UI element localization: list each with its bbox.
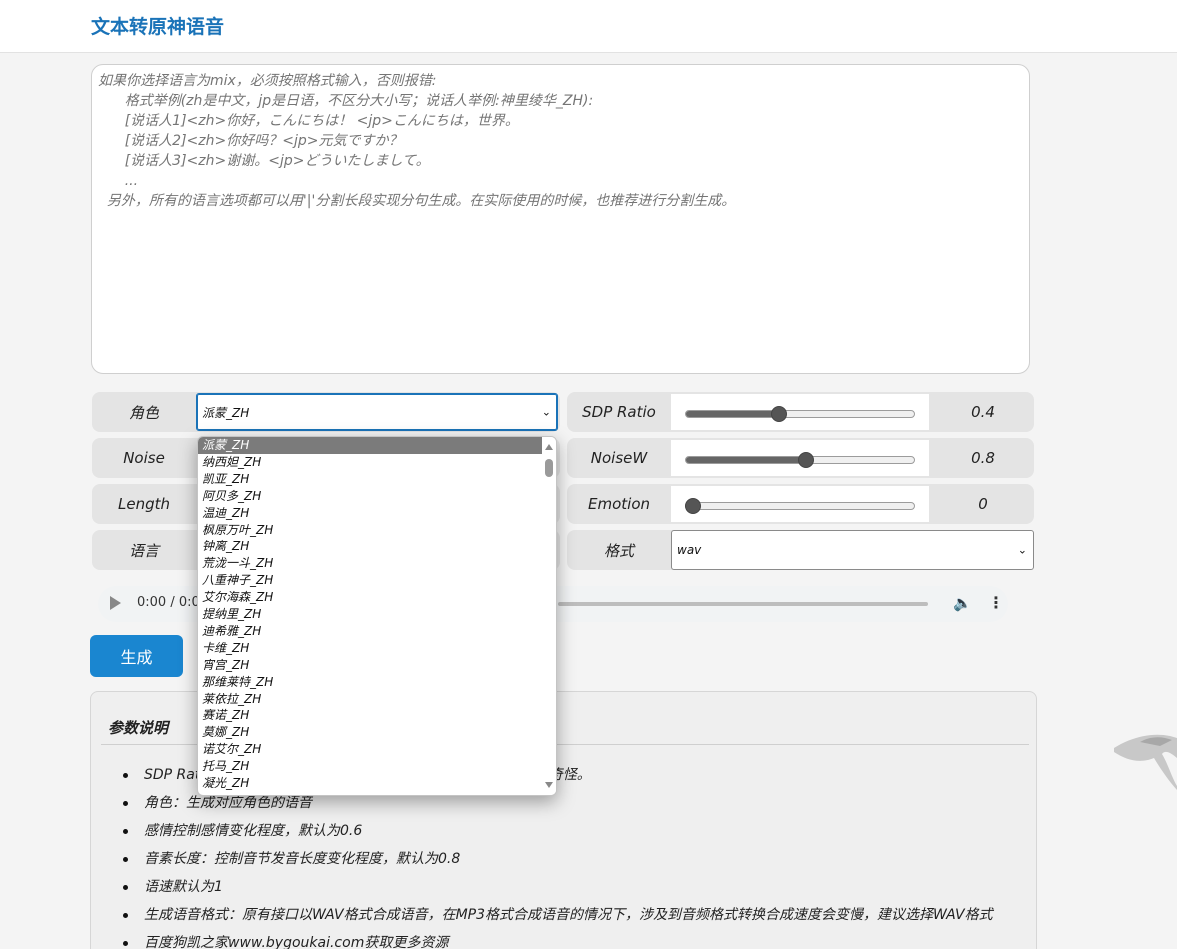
emotion-label: Emotion — [588, 495, 650, 513]
dropdown-option[interactable]: 莱依拉_ZH — [198, 691, 542, 708]
dropdown-option[interactable]: 卡维_ZH — [198, 640, 542, 657]
dropdown-option[interactable]: 凝光_ZH — [198, 775, 542, 792]
page-title: 文本转原神语音 — [91, 16, 225, 38]
dropdown-option[interactable]: 凯亚_ZH — [198, 471, 542, 488]
slider-track — [685, 410, 915, 418]
dropdown-option[interactable]: 荒泷一斗_ZH — [198, 555, 542, 572]
more-options-icon[interactable]: ⋮ — [988, 593, 1004, 612]
volume-icon[interactable]: 🔈 — [953, 594, 972, 612]
speaker-dropdown-list: 派蒙_ZH 纳西妲_ZH 凯亚_ZH 阿贝多_ZH 温迪_ZH 枫原万叶_ZH 钟离_ZH 荒… — [197, 436, 557, 796]
scroll-thumb[interactable] — [545, 459, 553, 477]
text-input[interactable] — [91, 64, 1030, 374]
dropdown-scrollbar[interactable] — [542, 437, 556, 795]
format-select[interactable]: wav ⌄ — [671, 530, 1034, 570]
sdp-ratio-label: SDP Ratio — [582, 403, 656, 421]
speaker-row: 角色 派蒙_ZH ⌄ — [92, 392, 560, 432]
dropdown-option[interactable]: 温迪_ZH — [198, 505, 542, 522]
speaker-select-value: 派蒙_ZH — [202, 405, 250, 420]
emotion-row: Emotion 0 — [567, 484, 1034, 524]
chevron-down-icon: ⌄ — [1017, 543, 1027, 557]
dropdown-option[interactable]: 莫娜_ZH — [198, 724, 542, 741]
format-select-value: wav — [677, 543, 702, 557]
language-label: 语言 — [128, 541, 159, 560]
speaker-label: 角色 — [128, 403, 159, 422]
dropdown-option[interactable]: 阿贝多_ZH — [198, 488, 542, 505]
chevron-down-icon: ⌄ — [541, 405, 551, 419]
emotion-value: 0 — [978, 495, 988, 513]
slider-fill — [686, 411, 778, 417]
noisew-value: 0.8 — [971, 449, 995, 467]
sdp-ratio-slider[interactable] — [671, 394, 929, 430]
length-label: Length — [117, 495, 170, 513]
slider-thumb[interactable] — [798, 452, 815, 468]
list-item: 语速默认为1 — [121, 877, 993, 905]
emotion-slider[interactable] — [671, 486, 929, 522]
noisew-slider[interactable] — [671, 440, 929, 476]
audio-time: 0:00 / 0:0 — [137, 595, 200, 610]
slider-track — [685, 502, 915, 510]
noise-label: Noise — [123, 449, 165, 467]
info-title: 参数说明 — [108, 719, 169, 737]
dropdown-option[interactable]: 那维莱特_ZH — [198, 674, 542, 691]
list-item: 百度狗凯之家www.bygoukai.com获取更多资源 — [121, 933, 993, 949]
generate-button[interactable]: 生成 — [90, 635, 183, 677]
list-item: 音素长度：控制音节发音长度变化程度，默认为0.8 — [121, 849, 993, 877]
dropdown-option[interactable]: 迪希雅_ZH — [198, 623, 542, 640]
play-icon[interactable] — [110, 596, 121, 610]
dropdown-option[interactable]: 宵宫_ZH — [198, 657, 542, 674]
dropdown-option[interactable]: 派蒙_ZH — [198, 437, 542, 454]
decorative-figure-icon — [1114, 734, 1177, 790]
sdp-ratio-row: SDP Ratio 0.4 — [567, 392, 1034, 432]
dropdown-option[interactable]: 赛诺_ZH — [198, 707, 542, 724]
noisew-label: NoiseW — [590, 449, 648, 467]
list-item: 感情控制感情变化程度，默认为0.6 — [121, 821, 993, 849]
dropdown-option[interactable]: 钟离_ZH — [198, 538, 542, 555]
noisew-row: NoiseW 0.8 — [567, 438, 1034, 478]
app-header: 文本转原神语音 — [0, 0, 1177, 53]
dropdown-option[interactable]: 八重神子_ZH — [198, 572, 542, 589]
dropdown-option[interactable]: 托马_ZH — [198, 758, 542, 775]
slider-thumb[interactable] — [770, 406, 787, 422]
list-item: 角色：生成对应角色的语音 — [121, 793, 993, 821]
dropdown-option[interactable]: 诺艾尔_ZH — [198, 741, 542, 758]
speaker-select[interactable]: 派蒙_ZH ⌄ — [196, 393, 558, 431]
dropdown-option[interactable]: 纳西妲_ZH — [198, 454, 542, 471]
slider-fill — [686, 457, 807, 463]
dropdown-option[interactable]: 提纳里_ZH — [198, 606, 542, 623]
sdp-ratio-value: 0.4 — [971, 403, 995, 421]
dropdown-option[interactable]: 枫原万叶_ZH — [198, 522, 542, 539]
format-row: 格式 wav ⌄ — [567, 530, 1034, 570]
audio-progress-bar[interactable] — [558, 602, 928, 606]
scroll-down-icon[interactable] — [545, 782, 553, 788]
list-item: 生成语音格式：原有接口以WAV格式合成语音，在MP3格式合成语音的情况下，涉及到… — [121, 905, 993, 933]
dropdown-option[interactable]: 艾尔海森_ZH — [198, 589, 542, 606]
scroll-up-icon[interactable] — [545, 444, 553, 450]
slider-thumb[interactable] — [685, 498, 701, 514]
format-label: 格式 — [603, 541, 634, 560]
